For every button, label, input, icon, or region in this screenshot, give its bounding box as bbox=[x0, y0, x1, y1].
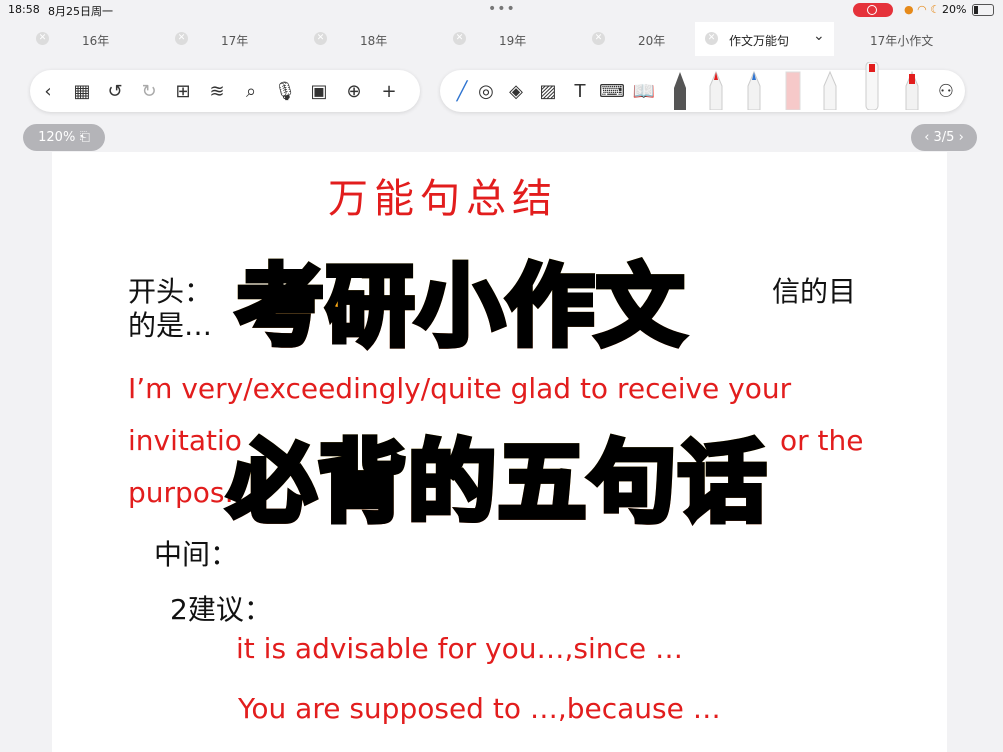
status-bar: 18:58 8月25日周一 ••• ● ◠ ☾ 20% bbox=[0, 0, 1003, 20]
tab-18[interactable]: ✕ 18年 bbox=[278, 22, 417, 56]
image-icon[interactable]: ▨ bbox=[536, 79, 560, 103]
red-sentence-1: I’m very/exceedingly/quite glad to recei… bbox=[128, 372, 792, 405]
zoom-label: 120% bbox=[38, 130, 76, 145]
close-icon[interactable]: ✕ bbox=[314, 32, 327, 45]
close-icon[interactable]: ✕ bbox=[453, 32, 466, 45]
tab-label: 20年 bbox=[638, 34, 666, 48]
tab-bar: ✕ 16年 ✕ 17年 ✕ 18年 ✕ 19年 ✕ 20年 ✕ 作文万能句 ⌄ 17年小作文 bbox=[0, 22, 1003, 56]
navigation-toolbar: ‹ ▦ ↺ ↻ ⊞ ≋ ⌕ 🎙 ▣ ⊕ + bbox=[30, 70, 420, 112]
back-icon[interactable]: ‹ bbox=[36, 79, 60, 103]
battery-percent: 20% bbox=[942, 3, 967, 16]
page-indicator[interactable]: ‹ 3/5 › bbox=[911, 124, 977, 151]
keyboard-icon[interactable]: ⌨ bbox=[599, 79, 625, 103]
tab-label: 17年 bbox=[221, 34, 249, 48]
template-sentence-1: it is advisable for you…,since … bbox=[236, 632, 684, 665]
lasso-icon[interactable]: ◎ bbox=[474, 79, 498, 103]
clipboard-icon[interactable]: ▣ bbox=[307, 79, 331, 103]
red-pen-icon[interactable] bbox=[708, 70, 724, 110]
tab-17-small-essay[interactable]: 17年小作文 bbox=[834, 22, 973, 56]
tab-label: 18年 bbox=[360, 34, 388, 48]
middle-label: 中间： bbox=[154, 538, 239, 571]
text-icon[interactable]: T bbox=[568, 79, 592, 103]
undo-icon[interactable]: ↺ bbox=[103, 79, 127, 103]
red-sentence-2-end: or the bbox=[780, 424, 864, 457]
overlay-title-line-1: 考研小作文 bbox=[233, 236, 687, 363]
battery-icon bbox=[972, 4, 994, 16]
multitask-dots[interactable]: ••• bbox=[488, 1, 516, 17]
page-number: 3/5 bbox=[933, 130, 955, 145]
opening-tail: 信的目 bbox=[772, 275, 857, 308]
tab-label: 17年小作文 bbox=[870, 34, 934, 48]
pen-tool-icon[interactable]: ╱ bbox=[450, 79, 474, 103]
globe-icon[interactable]: ⊕ bbox=[342, 79, 366, 103]
highlighter-icon[interactable] bbox=[784, 70, 802, 110]
grid-icon[interactable]: ▦ bbox=[70, 79, 94, 103]
plus-icon[interactable]: + bbox=[377, 79, 401, 103]
book-icon[interactable]: 📖 bbox=[632, 79, 656, 103]
marker-icon[interactable] bbox=[864, 62, 880, 110]
template-sentence-2: You are supposed to …,because … bbox=[238, 692, 721, 725]
tab-19[interactable]: ✕ 19年 bbox=[417, 22, 556, 56]
close-icon[interactable]: ✕ bbox=[592, 32, 605, 45]
opening-line-2: 的是… bbox=[128, 309, 213, 342]
pencil-icon[interactable] bbox=[822, 70, 838, 110]
color-palette-icon[interactable]: ⚇ bbox=[934, 79, 958, 103]
search-icon[interactable]: ⌕ bbox=[239, 79, 263, 103]
screen-record-icon[interactable] bbox=[853, 3, 893, 17]
tab-label: 作文万能句 bbox=[729, 34, 790, 48]
red-marker-icon[interactable] bbox=[904, 70, 920, 110]
chevron-down-icon[interactable]: ⌄ bbox=[813, 28, 825, 44]
close-icon[interactable]: ✕ bbox=[36, 32, 49, 45]
layers-icon[interactable]: ≋ bbox=[205, 79, 229, 103]
close-icon[interactable]: ✕ bbox=[175, 32, 188, 45]
suggest-label: 2建议： bbox=[170, 593, 272, 626]
eraser-icon[interactable]: ◈ bbox=[504, 79, 528, 103]
overlay-title-line-2: 必背的五句话 bbox=[225, 412, 769, 539]
fountain-pen-icon[interactable] bbox=[670, 70, 690, 110]
tab-16[interactable]: ✕ 16年 bbox=[0, 22, 139, 56]
wifi-icon: ● ◠ ☾ bbox=[904, 3, 941, 16]
blue-pen-icon[interactable] bbox=[746, 70, 762, 110]
add-page-icon[interactable]: ⊞ bbox=[171, 79, 195, 103]
tab-label: 19年 bbox=[499, 34, 527, 48]
redo-icon[interactable]: ↻ bbox=[137, 79, 161, 103]
tab-label: 16年 bbox=[82, 34, 110, 48]
red-sentence-2-start: invitatio bbox=[128, 424, 242, 457]
page-heading: 万能句总结 bbox=[328, 176, 558, 222]
status-date: 8月25日周一 bbox=[48, 5, 113, 18]
status-time: 18:58 bbox=[8, 3, 40, 16]
tab-17[interactable]: ✕ 17年 bbox=[139, 22, 278, 56]
zoom-indicator[interactable]: 120% ⎗ bbox=[23, 124, 105, 151]
tab-essay-templates[interactable]: ✕ 作文万能句 ⌄ bbox=[695, 22, 834, 56]
close-icon[interactable]: ✕ bbox=[705, 32, 718, 45]
tab-20[interactable]: ✕ 20年 bbox=[556, 22, 695, 56]
mic-icon[interactable]: 🎙 bbox=[273, 79, 297, 103]
drawing-toolbar: ╱ ◎ ◈ ▨ T ⌨ 📖 ⚇ bbox=[440, 62, 965, 112]
